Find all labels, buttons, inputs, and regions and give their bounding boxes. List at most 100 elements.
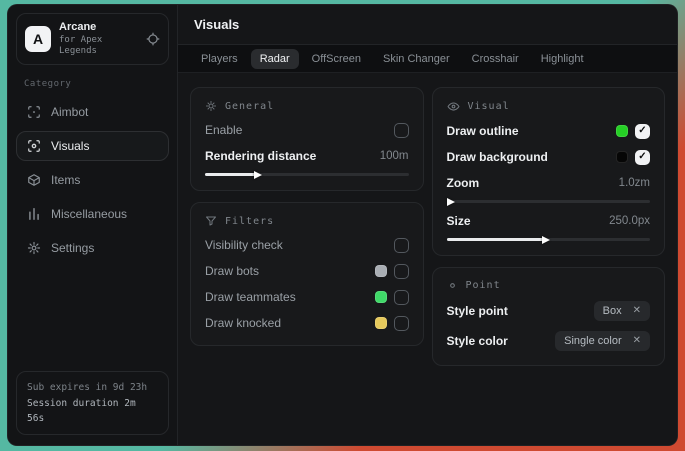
setting-label: Draw knocked [205, 316, 281, 330]
setting-row-visibility-check: Visibility check [205, 237, 409, 253]
sidebar-item-label: Items [51, 173, 80, 187]
main-area: Visuals Players Radar OffScreen Skin Cha… [178, 5, 677, 445]
sidebar-item-visuals[interactable]: Visuals [16, 131, 169, 161]
package-icon [27, 173, 41, 187]
panel-filters: Filters Visibility check Draw bots [190, 202, 424, 346]
target-icon[interactable] [146, 32, 160, 46]
panel-title-filters: Filters [225, 216, 274, 227]
point-dot-icon [447, 280, 458, 291]
draw-teammates-checkbox[interactable] [394, 290, 409, 305]
setting-label: Rendering distance [205, 149, 316, 163]
sidebar-item-miscellaneous[interactable]: Miscellaneous [16, 199, 169, 229]
tab-bar: Players Radar OffScreen Skin Changer Cro… [178, 45, 677, 73]
draw-outline-checkbox[interactable] [635, 124, 650, 139]
session-duration-text: Session duration 2m 56s [27, 396, 158, 426]
visibility-check-checkbox[interactable] [394, 238, 409, 253]
tab-radar[interactable]: Radar [251, 49, 299, 69]
setting-row-enable: Enable [205, 122, 409, 138]
slider-thumb[interactable] [254, 171, 262, 179]
zoom-slider[interactable] [447, 200, 651, 203]
panel-visual: Visual Draw outline Draw background [432, 87, 666, 256]
gear-sun-icon [205, 100, 217, 112]
setting-row-size: Size 250.0px [447, 213, 651, 229]
sidebar: A Arcane for Apex Legends Category [8, 5, 178, 445]
setting-row-draw-bots: Draw bots [205, 263, 409, 279]
app-brand: A Arcane for Apex Legends [16, 13, 169, 65]
setting-row-style-point: Style point Box [447, 301, 651, 321]
draw-knocked-checkbox[interactable] [394, 316, 409, 331]
panel-title-general: General [225, 101, 274, 112]
tab-crosshair[interactable]: Crosshair [463, 49, 528, 69]
setting-label: Enable [205, 123, 242, 137]
session-info-card: Sub expires in 9d 23h Session duration 2… [16, 371, 169, 435]
sidebar-item-items[interactable]: Items [16, 165, 169, 195]
setting-label: Draw bots [205, 264, 259, 278]
eye-icon [447, 100, 460, 113]
setting-label: Style color [447, 334, 508, 348]
tab-players[interactable]: Players [192, 49, 247, 69]
tab-offscreen[interactable]: OffScreen [303, 49, 370, 69]
app-window: A Arcane for Apex Legends Category [7, 4, 678, 446]
slider-thumb[interactable] [447, 198, 455, 206]
style-point-select[interactable]: Box [594, 301, 650, 321]
style-color-select[interactable]: Single color [555, 331, 650, 351]
desktop-background: A Arcane for Apex Legends Category [0, 0, 685, 451]
setting-label: Draw background [447, 150, 548, 164]
page-header: Visuals [178, 5, 677, 45]
sub-expiry-text: Sub expires in 9d 23h [27, 380, 158, 395]
app-subtitle: for Apex Legends [59, 35, 138, 58]
color-swatch[interactable] [375, 291, 387, 303]
scan-eye-icon [27, 139, 41, 153]
setting-row-style-color: Style color Single color [447, 331, 651, 351]
bars-icon [27, 207, 41, 221]
sidebar-item-label: Visuals [51, 139, 89, 153]
setting-row-zoom: Zoom 1.0zm [447, 175, 651, 191]
sidebar-item-label: Settings [51, 241, 94, 255]
draw-background-checkbox[interactable] [635, 150, 650, 165]
panel-title-visual: Visual [468, 101, 510, 112]
rendering-distance-slider[interactable] [205, 173, 409, 176]
panel-point: Point Style point Box Style color [432, 267, 666, 366]
content-grid: General Enable Rendering distance 100m [178, 73, 677, 445]
setting-row-draw-outline: Draw outline [447, 123, 651, 139]
app-logo: A [25, 26, 51, 52]
setting-label: Draw teammates [205, 290, 296, 304]
funnel-icon [205, 215, 217, 227]
setting-label: Visibility check [205, 238, 283, 252]
slider-thumb[interactable] [542, 236, 550, 244]
color-swatch[interactable] [616, 151, 628, 163]
size-slider[interactable] [447, 238, 651, 241]
color-swatch[interactable] [375, 265, 387, 277]
chip-value: Box [603, 305, 622, 317]
category-label: Category [24, 79, 161, 89]
color-swatch[interactable] [616, 125, 628, 137]
sidebar-item-aimbot[interactable]: Aimbot [16, 97, 169, 127]
gear-icon [27, 241, 41, 255]
setting-row-draw-knocked: Draw knocked [205, 315, 409, 331]
setting-row-draw-teammates: Draw teammates [205, 289, 409, 305]
remove-icon[interactable] [633, 306, 641, 316]
panel-title-point: Point [466, 280, 501, 291]
setting-value: 1.0zm [619, 177, 650, 189]
scan-crosshair-icon [27, 105, 41, 119]
setting-label: Draw outline [447, 124, 519, 138]
enable-checkbox[interactable] [394, 123, 409, 138]
setting-label: Size [447, 214, 471, 228]
remove-icon[interactable] [633, 336, 641, 346]
setting-row-rendering-distance: Rendering distance 100m [205, 148, 409, 164]
sidebar-item-label: Miscellaneous [51, 207, 127, 221]
setting-value: 100m [380, 150, 409, 162]
setting-value: 250.0px [609, 215, 650, 227]
chip-value: Single color [564, 335, 621, 347]
page-title: Visuals [194, 17, 239, 32]
setting-label: Zoom [447, 176, 480, 190]
draw-bots-checkbox[interactable] [394, 264, 409, 279]
panel-general: General Enable Rendering distance 100m [190, 87, 424, 191]
sidebar-item-settings[interactable]: Settings [16, 233, 169, 263]
tab-skin-changer[interactable]: Skin Changer [374, 49, 459, 69]
color-swatch[interactable] [375, 317, 387, 329]
setting-label: Style point [447, 304, 508, 318]
sidebar-item-label: Aimbot [51, 105, 88, 119]
setting-row-draw-background: Draw background [447, 149, 651, 165]
tab-highlight[interactable]: Highlight [532, 49, 593, 69]
